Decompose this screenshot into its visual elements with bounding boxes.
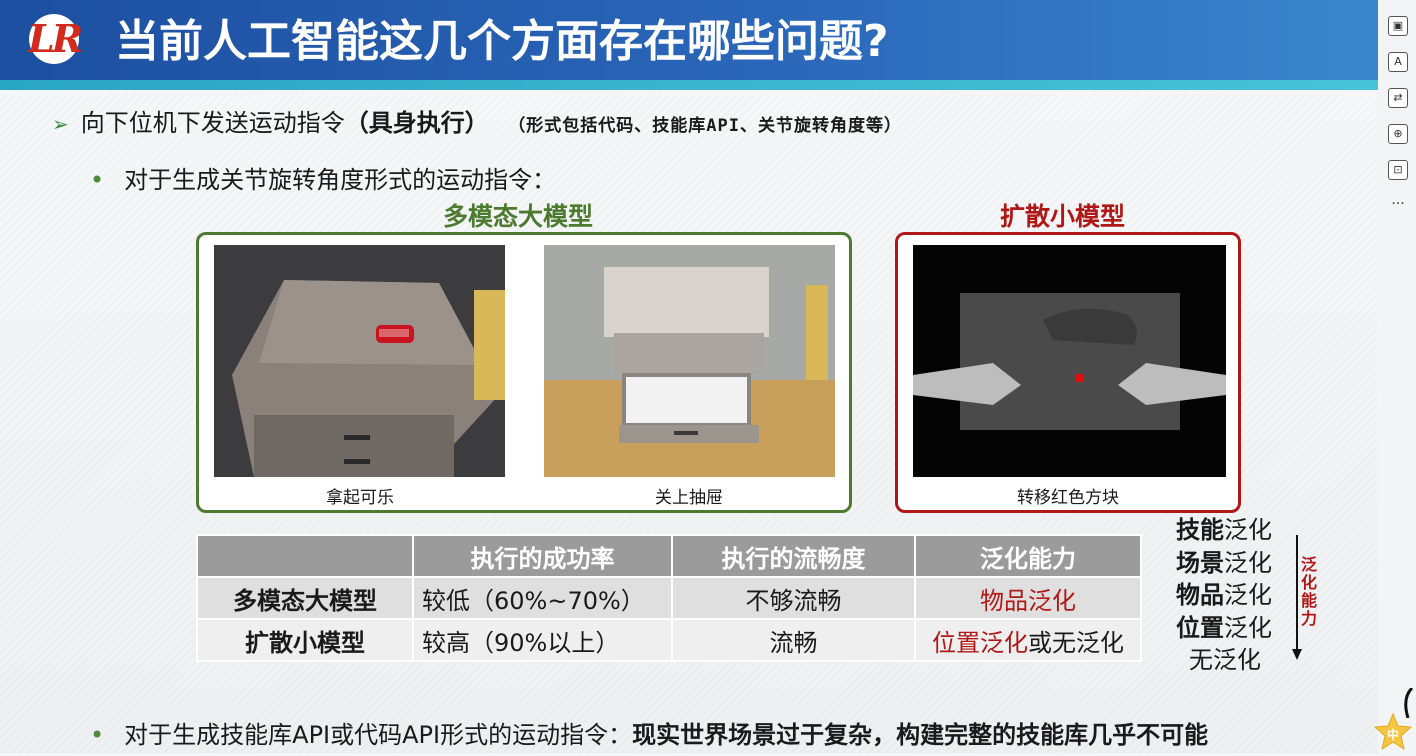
bullet-bold-text: （具身执行） <box>344 109 489 137</box>
row-header: 扩散小模型 <box>196 618 414 662</box>
image-caption: 转移红色方块 <box>1017 488 1119 508</box>
comparison-table: 执行的成功率 执行的流畅度 泛化能力 多模态大模型 较低（60%~70%） 不够… <box>196 534 1142 662</box>
generalization-highlight: 位置泛化 <box>932 628 1028 657</box>
title-accent-strip <box>0 80 1378 90</box>
generalization-levels: 技能泛化 场景泛化 物品泛化 位置泛化 无泛化 <box>1176 514 1272 677</box>
screenshot-icon[interactable]: ⊡ <box>1388 160 1408 180</box>
row-header: 多模态大模型 <box>196 576 414 620</box>
svg-text:中: 中 <box>1387 727 1399 742</box>
title-bar: LR 当前人工智能这几个方面存在哪些问题? <box>0 0 1378 90</box>
bullet-text: 向下位机下发送运动指令 <box>80 109 345 137</box>
multimodal-model-label: 多模态大模型 <box>443 202 594 231</box>
bullet-bold-text: 现实世界场景过于复杂，构建完整的技能库几乎不可能 <box>632 721 1209 749</box>
slide: LR 当前人工智能这几个方面存在哪些问题? ➢ 向下位机下发送运动指令（具身执行）… <box>0 0 1378 753</box>
generalization-highlight: 物品泛化 <box>980 586 1076 615</box>
transfer-red-block-image <box>913 245 1226 477</box>
image-edit-icon[interactable]: ▣ <box>1388 16 1408 36</box>
table-header: 执行的成功率 <box>412 534 673 578</box>
generalization-level: 技能泛化 <box>1176 516 1272 544</box>
generalization-rest: 或无泛化 <box>1028 628 1124 657</box>
image-caption: 拿起可乐 <box>326 488 394 508</box>
slide-title: 当前人工智能这几个方面存在哪些问题? <box>115 16 889 67</box>
generalization-level: 物品泛化 <box>1176 581 1272 609</box>
ime-indicator-icon[interactable]: 中 <box>1373 712 1413 752</box>
pick-up-cola-image <box>214 245 505 477</box>
side-toolbar: ▣ A ⇄ ⊕ ⊡ ··· <box>1378 0 1416 753</box>
image-caption: 关上抽屉 <box>655 488 723 508</box>
bullet-skill-api: • 对于生成技能库API或代码API形式的运动指令：现实世界场景过于复杂，构建完整… <box>90 718 1208 752</box>
bullet-text: 对于生成关节旋转角度形式的运动指令： <box>124 166 557 194</box>
diffusion-model-label: 扩散小模型 <box>1000 202 1126 231</box>
more-icon[interactable]: ··· <box>1388 196 1408 216</box>
smoothness-cell: 不够流畅 <box>671 576 916 620</box>
success-rate-cell: 较高（90%以上） <box>412 618 673 662</box>
generalization-cell: 位置泛化或无泛化 <box>914 618 1142 662</box>
text-edit-icon[interactable]: A <box>1388 52 1408 72</box>
generalization-level: 位置泛化 <box>1176 613 1272 642</box>
zoom-in-icon[interactable]: ⊕ <box>1388 124 1408 144</box>
table-header: 执行的流畅度 <box>671 534 916 578</box>
close-drawer-image <box>544 245 835 477</box>
bullet-text: 对于生成技能库API或代码API形式的运动指令： <box>124 721 633 749</box>
dot-bullet-icon: • <box>90 721 105 749</box>
generalization-level: 无泛化 <box>1189 646 1261 674</box>
table-row: 扩散小模型 较高（90%以上） 流畅 位置泛化或无泛化 <box>196 618 1142 662</box>
table-header <box>196 534 414 578</box>
table-header: 泛化能力 <box>914 534 1142 578</box>
bullet-note: （形式包括代码、技能库API、关节旋转角度等） <box>516 116 902 136</box>
arrow-bullet-icon: ➢ <box>52 112 69 136</box>
success-rate-cell: 较低（60%~70%） <box>412 576 673 620</box>
smoothness-cell: 流畅 <box>671 618 916 662</box>
generalization-axis-label: 泛 化 能 力 <box>1300 555 1317 628</box>
diffusion-model-panel: 转移红色方块 <box>895 232 1241 513</box>
lr-logo: LR <box>18 8 90 70</box>
table-row: 多模态大模型 较低（60%~70%） 不够流畅 物品泛化 <box>196 576 1142 620</box>
dot-bullet-icon: • <box>90 166 105 194</box>
translate-icon[interactable]: ⇄ <box>1388 88 1408 108</box>
generalization-cell: 物品泛化 <box>914 576 1142 620</box>
bullet-motion-commands: ➢ 向下位机下发送运动指令（具身执行） （形式包括代码、技能库API、关节旋转角度等… <box>52 106 902 143</box>
table-header-row: 执行的成功率 执行的流畅度 泛化能力 <box>196 534 1142 578</box>
generalization-level: 场景泛化 <box>1176 548 1272 577</box>
multimodal-model-panel: 拿起可乐 关上抽屉 <box>196 232 852 513</box>
bullet-joint-angle: • 对于生成关节旋转角度形式的运动指令： <box>90 163 556 197</box>
